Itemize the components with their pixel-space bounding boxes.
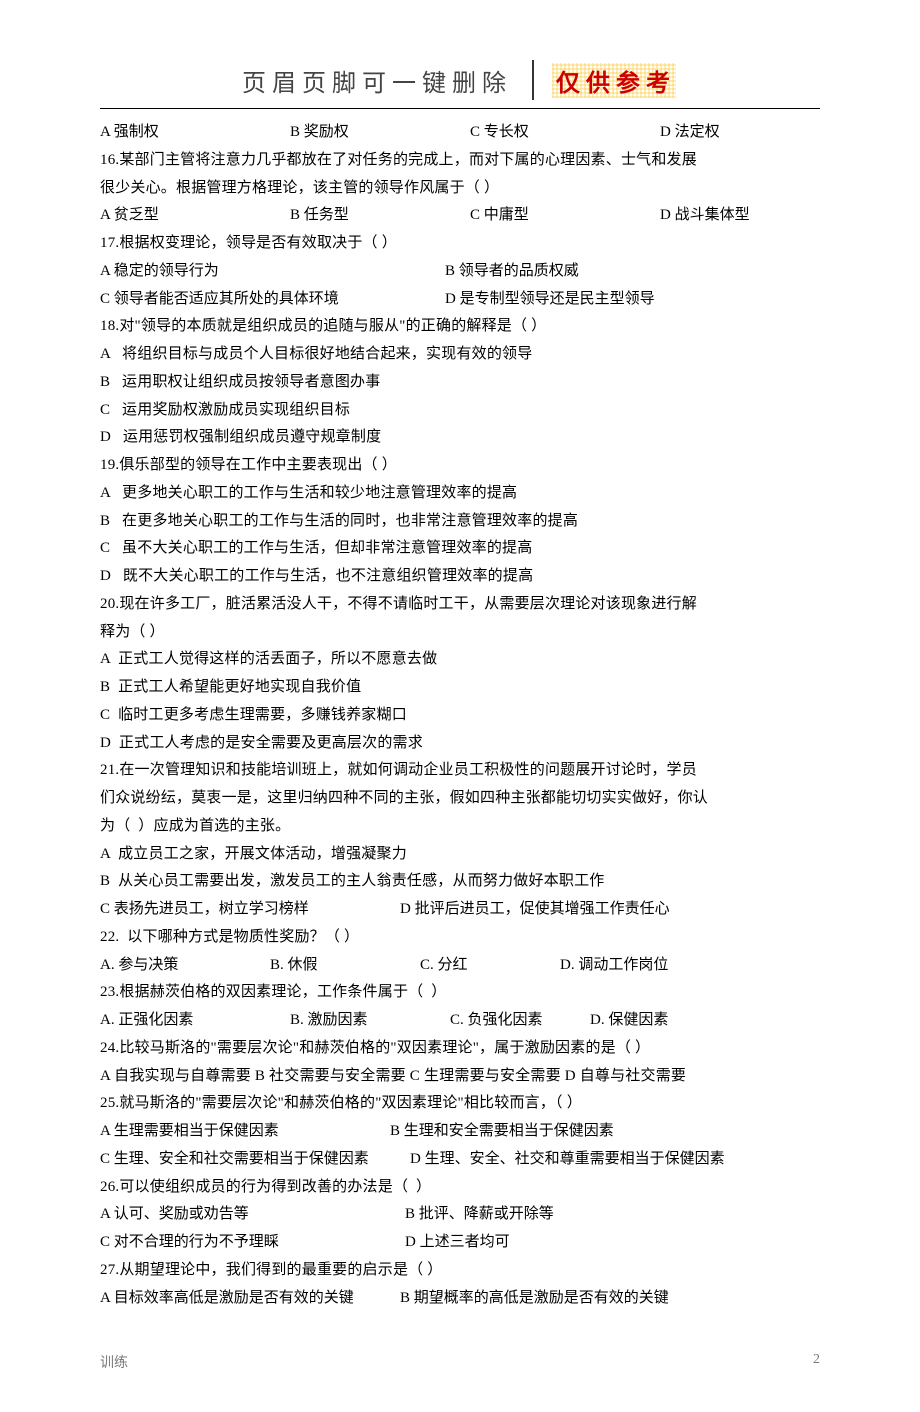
q26-opt-a: A 认可、奖励或劝告等: [100, 1201, 405, 1229]
q25-opt-b: B 生理和安全需要相当于保健因素: [390, 1118, 614, 1146]
footer-left: 训练: [100, 1352, 128, 1372]
header-text-right: 仅供参考: [554, 61, 678, 100]
q23-opt-c: C. 负强化因素: [450, 1007, 590, 1035]
q22-opt-c: C. 分红: [420, 952, 560, 980]
q16-stem-1: 16.某部门主管将注意力几乎都放在了对任务的完成上，而对下属的心理因素、士气和发…: [100, 147, 820, 175]
q17-row2: C 领导者能否适应其所处的具体环境 D 是专制型领导还是民主型领导: [100, 286, 820, 314]
q26-row1: A 认可、奖励或劝告等 B 批评、降薪或开除等: [100, 1201, 820, 1229]
q20-opt-b: B 正式工人希望能更好地实现自我价值: [100, 674, 820, 702]
q23-opt-d: D. 保健因素: [590, 1007, 668, 1035]
q15-opt-d: D 法定权: [660, 119, 720, 147]
q19-opt-b: B 在更多地关心职工的工作与生活的同时，也非常注意管理效率的提高: [100, 508, 820, 536]
q25-row1: A 生理需要相当于保健因素 B 生理和安全需要相当于保健因素: [100, 1118, 820, 1146]
q16-options: A 贫乏型 B 任务型 C 中庸型 D 战斗集体型: [100, 202, 820, 230]
q22-options: A. 参与决策 B. 休假 C. 分红 D. 调动工作岗位: [100, 952, 820, 980]
q27-row1: A 目标效率高低是激励是否有效的关键 B 期望概率的高低是激励是否有效的关键: [100, 1285, 820, 1313]
header-divider: [532, 60, 534, 100]
q23-stem: 23.根据赫茨伯格的双因素理论，工作条件属于（ ）: [100, 979, 820, 1007]
q16-stem-2: 很少关心。根据管理方格理论，该主管的领导作风属于（ ）: [100, 175, 820, 203]
q27-stem: 27.从期望理论中，我们得到的最重要的启示是（ ）: [100, 1257, 820, 1285]
q25-opt-c: C 生理、安全和社交需要相当于保健因素: [100, 1146, 410, 1174]
q19-opt-a: A 更多地关心职工的工作与生活和较少地注意管理效率的提高: [100, 480, 820, 508]
q23-opt-a: A. 正强化因素: [100, 1007, 290, 1035]
q21-opt-c: C 表扬先进员工，树立学习榜样: [100, 896, 400, 924]
q24-stem: 24.比较马斯洛的"需要层次论"和赫茨伯格的"双因素理论"，属于激励因素的是（ …: [100, 1035, 820, 1063]
q21-opt-d: D 批评后进员工，促使其增强工作责任心: [400, 896, 670, 924]
q15-opt-a: A 强制权: [100, 119, 290, 147]
q25-opt-a: A 生理需要相当于保健因素: [100, 1118, 390, 1146]
q26-stem: 26.可以使组织成员的行为得到改善的办法是（ ）: [100, 1174, 820, 1202]
q20-stem-1: 20.现在许多工厂，脏活累活没人干，不得不请临时工干，从需要层次理论对该现象进行…: [100, 591, 820, 619]
body-text: A 强制权 B 奖励权 C 专长权 D 法定权 16.某部门主管将注意力几乎都放…: [100, 119, 820, 1312]
q16-opt-a: A 贫乏型: [100, 202, 290, 230]
q18-opt-d: D 运用惩罚权强制组织成员遵守规章制度: [100, 424, 820, 452]
q22-stem: 22. 以下哪种方式是物质性奖励？（ ）: [100, 924, 820, 952]
q21-opt-a: A 成立员工之家，开展文体活动，增强凝聚力: [100, 841, 820, 869]
q21-stem-2: 们众说纷纭，莫衷一是，这里归纳四种不同的主张，假如四种主张都能切切实实做好，你认: [100, 785, 820, 813]
q20-stem-2: 释为（ ）: [100, 619, 820, 647]
q25-opt-d: D 生理、安全、社交和尊重需要相当于保健因素: [410, 1146, 725, 1174]
q25-row2: C 生理、安全和社交需要相当于保健因素 D 生理、安全、社交和尊重需要相当于保健…: [100, 1146, 820, 1174]
q22-opt-a: A. 参与决策: [100, 952, 270, 980]
q17-opt-c: C 领导者能否适应其所处的具体环境: [100, 286, 445, 314]
q16-opt-c: C 中庸型: [470, 202, 660, 230]
q21-stem-1: 21.在一次管理知识和技能培训班上，就如何调动企业员工积极性的问题展开讨论时，学…: [100, 757, 820, 785]
q23-opt-b: B. 激励因素: [290, 1007, 450, 1035]
q27-opt-a: A 目标效率高低是激励是否有效的关键: [100, 1285, 400, 1313]
q17-opt-a: A 稳定的领导行为: [100, 258, 445, 286]
q15-opt-c: C 专长权: [470, 119, 660, 147]
q24-options: A 自我实现与自尊需要 B 社交需要与安全需要 C 生理需要与安全需要 D 自尊…: [100, 1063, 820, 1091]
header-rule: [100, 108, 820, 109]
q20-opt-d: D 正式工人考虑的是安全需要及更高层次的需求: [100, 730, 820, 758]
q26-row2: C 对不合理的行为不予理睬 D 上述三者均可: [100, 1229, 820, 1257]
q18-stem: 18.对"领导的本质就是组织成员的追随与服从"的正确的解释是（ ）: [100, 313, 820, 341]
q19-opt-c: C 虽不大关心职工的工作与生活，但却非常注意管理效率的提高: [100, 535, 820, 563]
q20-opt-c: C 临时工更多考虑生理需要，多赚钱养家糊口: [100, 702, 820, 730]
q25-stem: 25.就马斯洛的"需要层次论"和赫茨伯格的"双因素理论"相比较而言，（ ）: [100, 1090, 820, 1118]
q20-opt-a: A 正式工人觉得这样的活丢面子，所以不愿意去做: [100, 646, 820, 674]
q17-row1: A 稳定的领导行为 B 领导者的品质权威: [100, 258, 820, 286]
q17-stem: 17.根据权变理论，领导是否有效取决于（ ）: [100, 230, 820, 258]
q15-opt-b: B 奖励权: [290, 119, 470, 147]
q19-opt-d: D 既不大关心职工的工作与生活，也不注意组织管理效率的提高: [100, 563, 820, 591]
q21-stem-3: 为（ ）应成为首选的主张。: [100, 813, 820, 841]
footer-page-number: 2: [813, 1352, 820, 1372]
q17-opt-d: D 是专制型领导还是民主型领导: [445, 286, 655, 314]
q15-options: A 强制权 B 奖励权 C 专长权 D 法定权: [100, 119, 820, 147]
q26-opt-d: D 上述三者均可: [405, 1229, 510, 1257]
header: 页眉页脚可一键删除 仅供参考: [100, 60, 820, 100]
q27-opt-b: B 期望概率的高低是激励是否有效的关键: [400, 1285, 669, 1313]
q26-opt-b: B 批评、降薪或开除等: [405, 1201, 554, 1229]
q26-opt-c: C 对不合理的行为不予理睬: [100, 1229, 405, 1257]
q16-opt-d: D 战斗集体型: [660, 202, 750, 230]
q18-opt-c: C 运用奖励权激励成员实现组织目标: [100, 397, 820, 425]
q16-opt-b: B 任务型: [290, 202, 470, 230]
footer: 训练 2: [100, 1352, 820, 1372]
q21-opt-b: B 从关心员工需要出发，激发员工的主人翁责任感，从而努力做好本职工作: [100, 868, 820, 896]
q18-opt-a: A 将组织目标与成员个人目标很好地结合起来，实现有效的领导: [100, 341, 820, 369]
q17-opt-b: B 领导者的品质权威: [445, 258, 579, 286]
q22-opt-d: D. 调动工作岗位: [560, 952, 668, 980]
q21-row-cd: C 表扬先进员工，树立学习榜样 D 批评后进员工，促使其增强工作责任心: [100, 896, 820, 924]
q22-opt-b: B. 休假: [270, 952, 420, 980]
header-text-left: 页眉页脚可一键删除: [242, 63, 512, 98]
q23-options: A. 正强化因素 B. 激励因素 C. 负强化因素 D. 保健因素: [100, 1007, 820, 1035]
q19-stem: 19.俱乐部型的领导在工作中主要表现出（ ）: [100, 452, 820, 480]
q18-opt-b: B 运用职权让组织成员按领导者意图办事: [100, 369, 820, 397]
